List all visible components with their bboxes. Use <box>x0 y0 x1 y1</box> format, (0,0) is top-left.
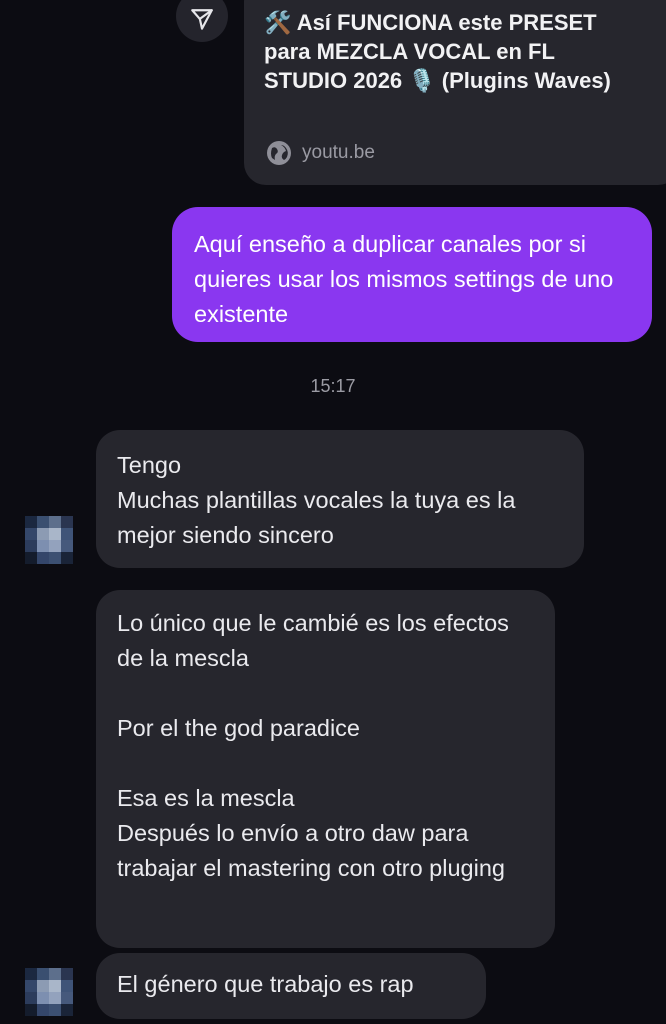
incoming-message-text: El género que trabajo es rap <box>117 971 414 997</box>
outgoing-message-bubble[interactable]: Aquí enseño a duplicar canales por si qu… <box>172 207 652 342</box>
outgoing-message-text: Aquí enseño a duplicar canales por si qu… <box>194 231 614 327</box>
incoming-message-text: Lo único que le cambié es los efectos de… <box>117 610 509 881</box>
incoming-message-bubble[interactable]: Lo único que le cambié es los efectos de… <box>96 590 555 948</box>
globe-icon <box>267 141 291 165</box>
avatar[interactable] <box>25 968 73 1016</box>
message-timestamp: 15:17 <box>310 376 356 396</box>
avatar[interactable] <box>25 516 73 564</box>
link-domain-text: youtu.be <box>302 142 375 163</box>
send-arrow-icon <box>191 9 213 30</box>
incoming-message-bubble[interactable]: Tengo Muchas plantillas vocales la tuya … <box>96 430 584 568</box>
link-preview-title: 🛠️ Así FUNCIONA este PRESET para MEZCLA … <box>264 10 611 93</box>
incoming-message-text: Tengo Muchas plantillas vocales la tuya … <box>117 452 516 548</box>
incoming-message-bubble[interactable]: El género que trabajo es rap <box>96 953 486 1019</box>
link-preview-card[interactable]: 🛠️ Así FUNCIONA este PRESET para MEZCLA … <box>244 0 666 185</box>
chat-thread: 🛠️ Así FUNCIONA este PRESET para MEZCLA … <box>0 0 666 1024</box>
link-preview-domain: youtu.be <box>266 140 375 166</box>
share-button[interactable] <box>176 0 228 42</box>
